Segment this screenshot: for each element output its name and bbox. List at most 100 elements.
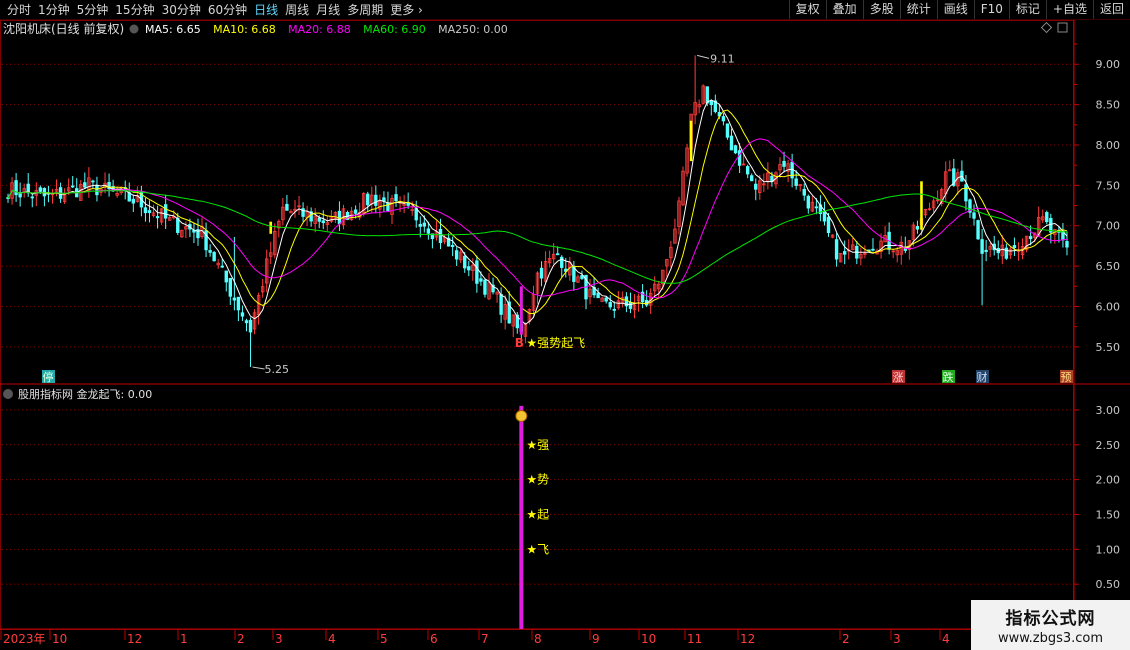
indicator-tick-label: 2.50 — [1096, 439, 1121, 452]
candle-body — [155, 216, 160, 219]
time-tick-label: 11 — [687, 632, 702, 646]
time-tick-label: 3 — [893, 632, 901, 646]
tab-60min[interactable]: 60分钟 — [208, 1, 247, 18]
multi-stock-button[interactable]: 多股 — [862, 0, 900, 19]
price-tick-label: 5.50 — [1096, 341, 1121, 354]
candle-body — [556, 253, 560, 256]
indicator-bar — [519, 405, 524, 629]
time-tick-label: 3 — [275, 632, 283, 646]
limit-up-candle — [689, 120, 693, 162]
candle-body — [612, 308, 616, 311]
candle-body — [705, 86, 709, 104]
indicator-tick-label: 3.00 — [1096, 404, 1121, 417]
high-pointer — [697, 54, 710, 59]
candle-body — [224, 270, 228, 283]
diamond-icon — [1040, 21, 1053, 34]
candle-body — [83, 182, 87, 188]
candle-body — [438, 228, 443, 244]
restore-rights-button[interactable]: 复权 — [788, 0, 826, 19]
time-tick-label: 2 — [237, 632, 245, 646]
tab-weekly[interactable]: 周线 — [285, 1, 309, 18]
back-button[interactable]: 返回 — [1092, 0, 1130, 19]
candle-body — [418, 223, 422, 227]
candle-body — [754, 183, 758, 190]
candle-body — [394, 194, 398, 202]
time-tick-label: 5 — [380, 632, 388, 646]
candle-body — [382, 197, 386, 202]
price-tick-label: 7.00 — [1096, 220, 1121, 233]
candle-body — [725, 123, 730, 138]
toolbar: 分时 1分钟 5分钟 15分钟 30分钟 60分钟 日线 周线 月线 多周期 更… — [0, 0, 1130, 20]
ma-legend-entry: MA60: 6.90 — [363, 23, 426, 36]
tab-timeshare[interactable]: 分时 — [7, 1, 31, 18]
candle-body — [628, 301, 633, 309]
candle-body — [1065, 241, 1069, 248]
tab-1min[interactable]: 1分钟 — [38, 1, 70, 18]
candle-body — [733, 145, 738, 154]
mark-button[interactable]: 标记 — [1008, 0, 1046, 19]
candle-body — [915, 226, 920, 230]
candle-body — [499, 294, 503, 315]
candle-body — [38, 187, 43, 192]
time-tick-label: 8 — [534, 632, 542, 646]
watermark-title: 指标公式网 — [1005, 609, 1096, 629]
tab-monthly[interactable]: 月线 — [316, 1, 340, 18]
tab-30min[interactable]: 30分钟 — [162, 1, 201, 18]
candle-body — [539, 267, 544, 279]
candle-body — [745, 166, 750, 175]
candle-body — [826, 216, 831, 234]
candle-body — [232, 297, 237, 301]
candle-body — [422, 222, 427, 227]
candle-body — [317, 217, 321, 222]
tab-multi-period[interactable]: 多周期 — [347, 1, 383, 18]
time-tick-label: 12 — [127, 632, 142, 646]
watermark-url: www.zbgs3.com — [997, 631, 1104, 646]
collapse-icon — [129, 24, 139, 34]
tab-daily[interactable]: 日线 — [254, 1, 278, 18]
candle-body — [450, 245, 455, 248]
candle-body — [248, 319, 253, 333]
ma-legend-entry: MA20: 6.88 — [288, 23, 351, 36]
indicator-signal-char: ★势 — [526, 473, 549, 487]
indicator-signal-char: ★强 — [526, 438, 549, 452]
draw-line-button[interactable]: 画线 — [936, 0, 974, 19]
f10-button[interactable]: F10 — [973, 0, 1009, 19]
candle-body — [964, 184, 968, 202]
indicator-tick-label: 0.50 — [1096, 578, 1121, 591]
chart-area[interactable]: 9.00 8.50 8.00 7.50 7.00 6.50 6.00 5.50 3.00 2.50… — [0, 20, 1130, 650]
event-marker-label: 财 — [977, 370, 988, 384]
time-tick-label: 10 — [641, 632, 656, 646]
stock-title: 沈阳机床(日线 前复权) — [3, 21, 124, 36]
candle-body — [236, 296, 241, 311]
candle-body — [479, 278, 483, 282]
price-tick-label: 7.50 — [1096, 179, 1121, 192]
candle-body — [834, 239, 839, 260]
candle-body — [475, 260, 479, 284]
candle-body — [42, 188, 47, 197]
candle-body — [321, 220, 325, 224]
buy-marker: B — [515, 336, 524, 350]
statistics-button[interactable]: 统计 — [899, 0, 937, 19]
candle-body — [572, 266, 576, 282]
tab-more[interactable]: 更多 › — [390, 1, 423, 18]
time-tick-label: 2 — [842, 632, 850, 646]
candle-body — [406, 202, 410, 206]
candle-body — [374, 194, 378, 206]
time-tick-label: 12 — [740, 632, 755, 646]
price-tick-label: 6.50 — [1096, 260, 1121, 273]
candle-body — [30, 196, 34, 199]
candle-body — [1012, 245, 1017, 248]
tab-5min[interactable]: 5分钟 — [77, 1, 109, 18]
add-watchlist-button[interactable]: +自选 — [1045, 0, 1093, 19]
price-tick-label: 6.00 — [1096, 300, 1121, 313]
indicator-tick-label: 1.50 — [1096, 508, 1121, 521]
limit-up-candle — [269, 221, 273, 234]
indicator-signal-char: ★起 — [526, 507, 549, 521]
money-bag-icon — [515, 409, 528, 422]
event-marker-label: 停 — [43, 370, 54, 384]
candle-body — [454, 250, 459, 260]
overlay-button[interactable]: 叠加 — [825, 0, 863, 19]
candle-body — [95, 185, 99, 196]
tab-15min[interactable]: 15分钟 — [115, 1, 154, 18]
candle-body — [220, 265, 224, 268]
